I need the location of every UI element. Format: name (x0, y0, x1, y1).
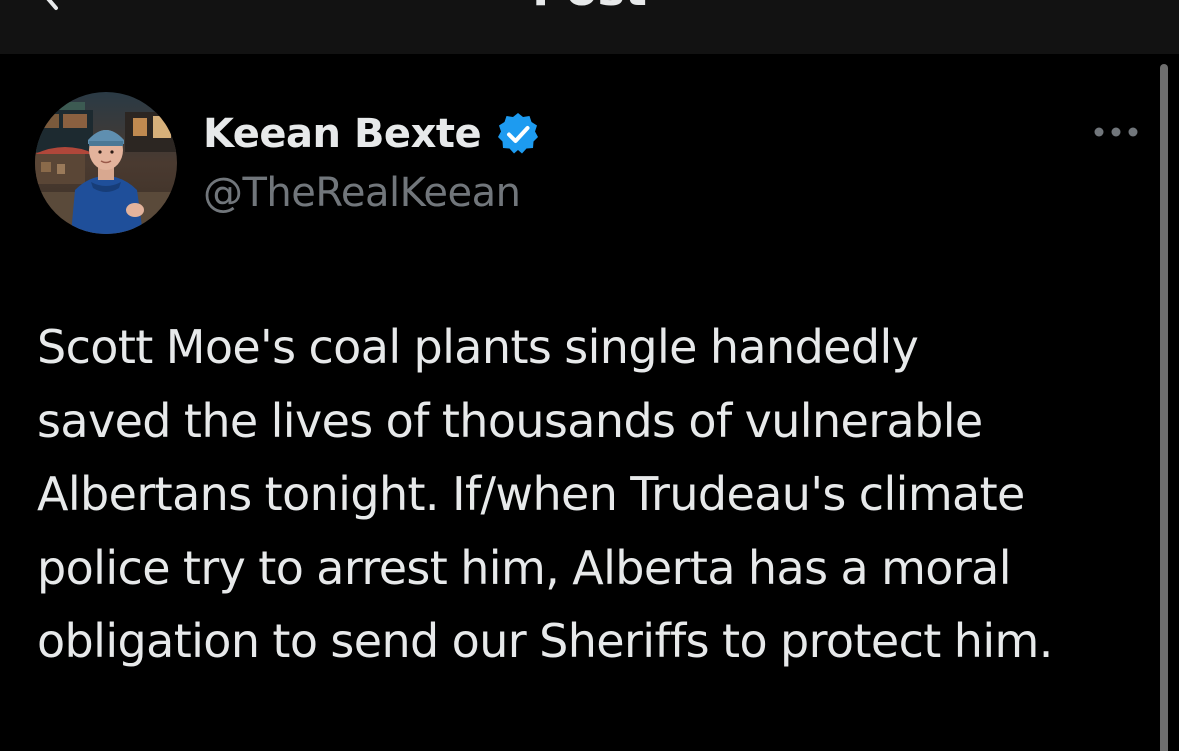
top-navigation-bar: Post (0, 0, 1179, 54)
avatar-photo (35, 92, 177, 234)
tweet-line: Scott Moe's coal plants single handedly (37, 320, 919, 374)
tweet-line: obligation to send our Sheriffs to prote… (37, 614, 1053, 668)
page-title: Post (0, 0, 1179, 12)
more-horizontal-icon[interactable] (1093, 120, 1139, 144)
scrollbar[interactable] (1160, 64, 1168, 751)
avatar[interactable] (35, 92, 177, 234)
tweet-text: Scott Moe's coal plants single handedly … (37, 311, 1147, 679)
author-handle[interactable]: @TheRealKeean (203, 167, 521, 219)
tweet-line: Albertans tonight. If/when Trudeau's cli… (37, 467, 1025, 521)
post-screen: Post (0, 0, 1179, 751)
author-name[interactable]: Keean Bexte (203, 108, 482, 160)
verified-badge-icon (498, 113, 538, 154)
tweet-line: saved the lives of thousands of vulnerab… (37, 393, 983, 448)
tweet-line: police try to arrest him, Alberta has a … (37, 540, 1012, 595)
